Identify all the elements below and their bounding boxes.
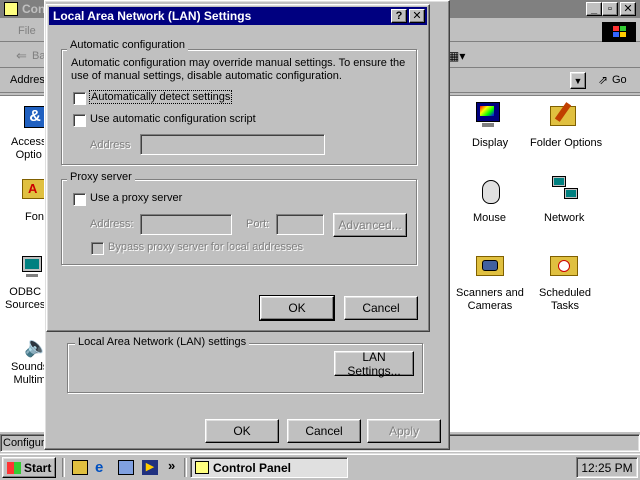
auto-script-checkbox[interactable] xyxy=(73,114,86,127)
menu-file[interactable]: File xyxy=(18,25,36,37)
proxy-title: Proxy server xyxy=(67,171,135,183)
auto-script-label[interactable]: Use automatic configuration script xyxy=(90,113,256,125)
icon-label: Mouse xyxy=(473,212,507,224)
auto-detect-label[interactable]: Automatically detect settings xyxy=(88,90,233,104)
auto-config-description: Automatic configuration may override man… xyxy=(71,57,406,82)
folder-options-icon[interactable] xyxy=(548,100,582,130)
help-button[interactable]: ? xyxy=(391,9,407,23)
taskbar: Start e ▶ » Control Panel 12:25 PM xyxy=(0,453,640,480)
ie-icon[interactable]: e xyxy=(95,460,111,476)
task-control-panel[interactable]: Control Panel xyxy=(190,457,348,478)
quicklaunch-chevron[interactable]: » xyxy=(168,458,175,473)
restore-button[interactable]: ▫ xyxy=(602,2,618,16)
icon-label: Sounds Multim xyxy=(11,361,49,386)
icon-label: ODBC Sources xyxy=(5,286,46,311)
bypass-checkbox xyxy=(91,242,104,255)
lan-settings-dialog: Local Area Network (LAN) Settings ? ✕ Au… xyxy=(46,4,430,332)
control-panel-task-icon xyxy=(195,461,209,474)
media-player-icon[interactable]: ▶ xyxy=(142,460,158,475)
port-field xyxy=(276,214,324,235)
auto-detect-checkbox[interactable] xyxy=(73,92,86,105)
lan-cancel-button[interactable]: Cancel xyxy=(344,296,418,320)
scheduled-tasks-icon[interactable] xyxy=(548,250,580,280)
scanners-icon[interactable] xyxy=(474,250,506,280)
icon-label: Fon xyxy=(25,211,44,223)
address-label: Addres xyxy=(10,74,45,86)
lan-settings-button[interactable]: LAN Settings... xyxy=(334,350,414,378)
use-proxy-label[interactable]: Use a proxy server xyxy=(90,192,182,204)
icon-label: Access Optio xyxy=(11,136,47,161)
icon-label: Scanners and Cameras xyxy=(456,287,524,312)
back-arrow-icon[interactable]: ⇐ xyxy=(16,48,27,64)
lan-group-title: Local Area Network (LAN) settings xyxy=(75,336,250,348)
start-label: Start xyxy=(24,460,52,475)
auto-config-title: Automatic configuration xyxy=(67,39,188,51)
clock[interactable]: 12:25 PM xyxy=(581,461,632,475)
port-label: Port: xyxy=(246,218,270,230)
go-button[interactable]: Go xyxy=(612,74,627,86)
channels-icon[interactable] xyxy=(118,460,134,475)
use-proxy-checkbox[interactable] xyxy=(73,193,86,206)
props-ok-button[interactable]: OK xyxy=(205,419,279,443)
bypass-label: Bypass proxy server for local addresses xyxy=(108,241,304,253)
control-panel-icon xyxy=(4,2,18,16)
task-label: Control Panel xyxy=(213,460,292,475)
script-address-label: Address xyxy=(90,139,131,151)
advanced-button: Advanced... xyxy=(333,213,407,237)
windows-logo xyxy=(602,22,636,42)
props-cancel-button[interactable]: Cancel xyxy=(287,419,361,443)
proxy-address-label: Address: xyxy=(90,218,134,230)
icon-label: Folder Options xyxy=(530,137,603,149)
close-button[interactable]: ✕ xyxy=(620,2,636,16)
dialog-close-button[interactable]: ✕ xyxy=(409,9,425,23)
go-arrow-icon[interactable]: ⇗ xyxy=(598,73,608,87)
lan-dialog-titlebar: Local Area Network (LAN) Settings xyxy=(49,7,427,25)
system-tray: 12:25 PM xyxy=(576,457,638,478)
mouse-icon[interactable] xyxy=(476,174,504,206)
show-desktop-icon[interactable] xyxy=(72,460,88,475)
props-apply-button[interactable]: Apply xyxy=(367,419,441,443)
windows-flag-icon xyxy=(7,461,21,474)
lan-ok-button[interactable]: OK xyxy=(259,295,335,321)
views-icon[interactable]: ▦▾ xyxy=(448,49,465,63)
start-button[interactable]: Start xyxy=(2,457,56,478)
network-icon[interactable] xyxy=(548,174,582,206)
script-address-field xyxy=(140,134,325,155)
quicklaunch-separator xyxy=(62,458,65,477)
lan-dialog-title: Local Area Network (LAN) Settings xyxy=(53,9,252,23)
icon-label: Display xyxy=(472,137,509,149)
icon-label: Scheduled Tasks xyxy=(539,287,591,312)
icon-label: Network xyxy=(544,212,585,224)
quicklaunch-separator xyxy=(184,458,187,477)
display-icon[interactable] xyxy=(474,100,504,130)
address-dropdown-button[interactable]: ▼ xyxy=(570,72,586,89)
minimize-button[interactable]: _ xyxy=(586,2,602,16)
proxy-address-field xyxy=(140,214,232,235)
